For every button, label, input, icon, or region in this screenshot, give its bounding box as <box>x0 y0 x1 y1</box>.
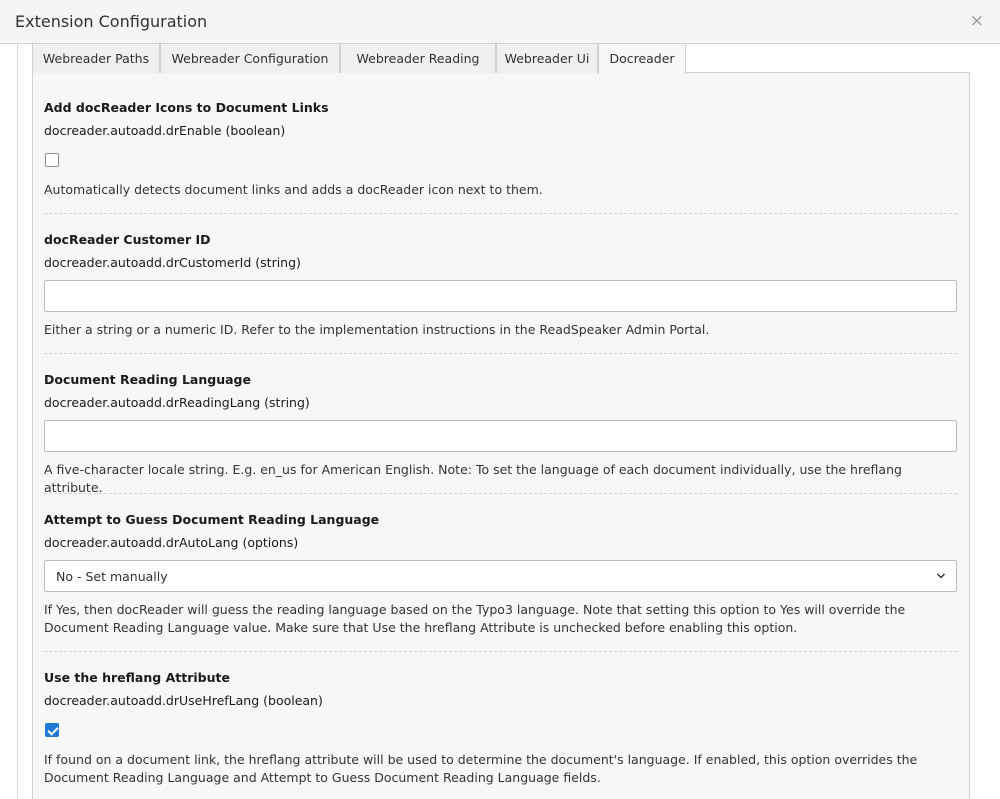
field-separator <box>44 493 957 494</box>
field-desc-dr-customer-id: Either a string or a numeric ID. Refer t… <box>44 322 710 337</box>
tab-webreader-configuration[interactable]: Webreader Configuration <box>160 43 340 73</box>
tab-webreader-reading[interactable]: Webreader Reading <box>340 43 496 73</box>
close-icon[interactable]: × <box>970 12 984 30</box>
modal-header: Extension Configuration × <box>0 0 1000 44</box>
field-key-dr-auto-lang: docreader.autoadd.drAutoLang (options) <box>44 535 299 550</box>
field-separator <box>44 651 957 652</box>
field-separator <box>44 213 957 214</box>
field-separator <box>44 353 957 354</box>
field-key-dr-customer-id: docreader.autoadd.drCustomerId (string) <box>44 255 301 270</box>
dr-use-hreflang-checkbox[interactable] <box>45 723 59 737</box>
field-title-dr-enable: Add docReader Icons to Document Links <box>44 100 329 115</box>
field-title-dr-auto-lang: Attempt to Guess Document Reading Langua… <box>44 512 380 527</box>
dr-enable-checkbox[interactable] <box>45 153 59 167</box>
dr-auto-lang-select[interactable]: No - Set manually <box>44 560 957 592</box>
field-desc-dr-use-hreflang: If found on a document link, the hreflan… <box>44 752 918 785</box>
tab-webreader-ui[interactable]: Webreader Ui <box>496 43 598 73</box>
field-key-dr-enable: docreader.autoadd.drEnable (boolean) <box>44 123 286 138</box>
tab-webreader-paths[interactable]: Webreader Paths <box>32 43 160 73</box>
field-desc-dr-enable: Automatically detects document links and… <box>44 182 543 197</box>
field-desc-dr-reading-lang: A five-character locale string. E.g. en_… <box>44 462 902 495</box>
dr-reading-lang-input[interactable] <box>44 420 957 452</box>
field-title-dr-customer-id: docReader Customer ID <box>44 232 211 247</box>
dr-customer-id-input[interactable] <box>44 280 957 312</box>
tab-docreader[interactable]: Docreader <box>598 43 686 74</box>
chevron-down-icon <box>937 573 945 579</box>
field-title-dr-reading-lang: Document Reading Language <box>44 372 251 387</box>
field-key-dr-use-hreflang: docreader.autoadd.drUseHrefLang (boolean… <box>44 693 323 708</box>
content-border <box>17 44 18 799</box>
dr-auto-lang-selected-value: No - Set manually <box>56 569 168 584</box>
field-title-dr-use-hreflang: Use the hreflang Attribute <box>44 670 230 685</box>
field-key-dr-reading-lang: docreader.autoadd.drReadingLang (string) <box>44 395 310 410</box>
modal-title: Extension Configuration <box>15 12 208 31</box>
field-desc-dr-auto-lang: If Yes, then docReader will guess the re… <box>44 602 906 635</box>
